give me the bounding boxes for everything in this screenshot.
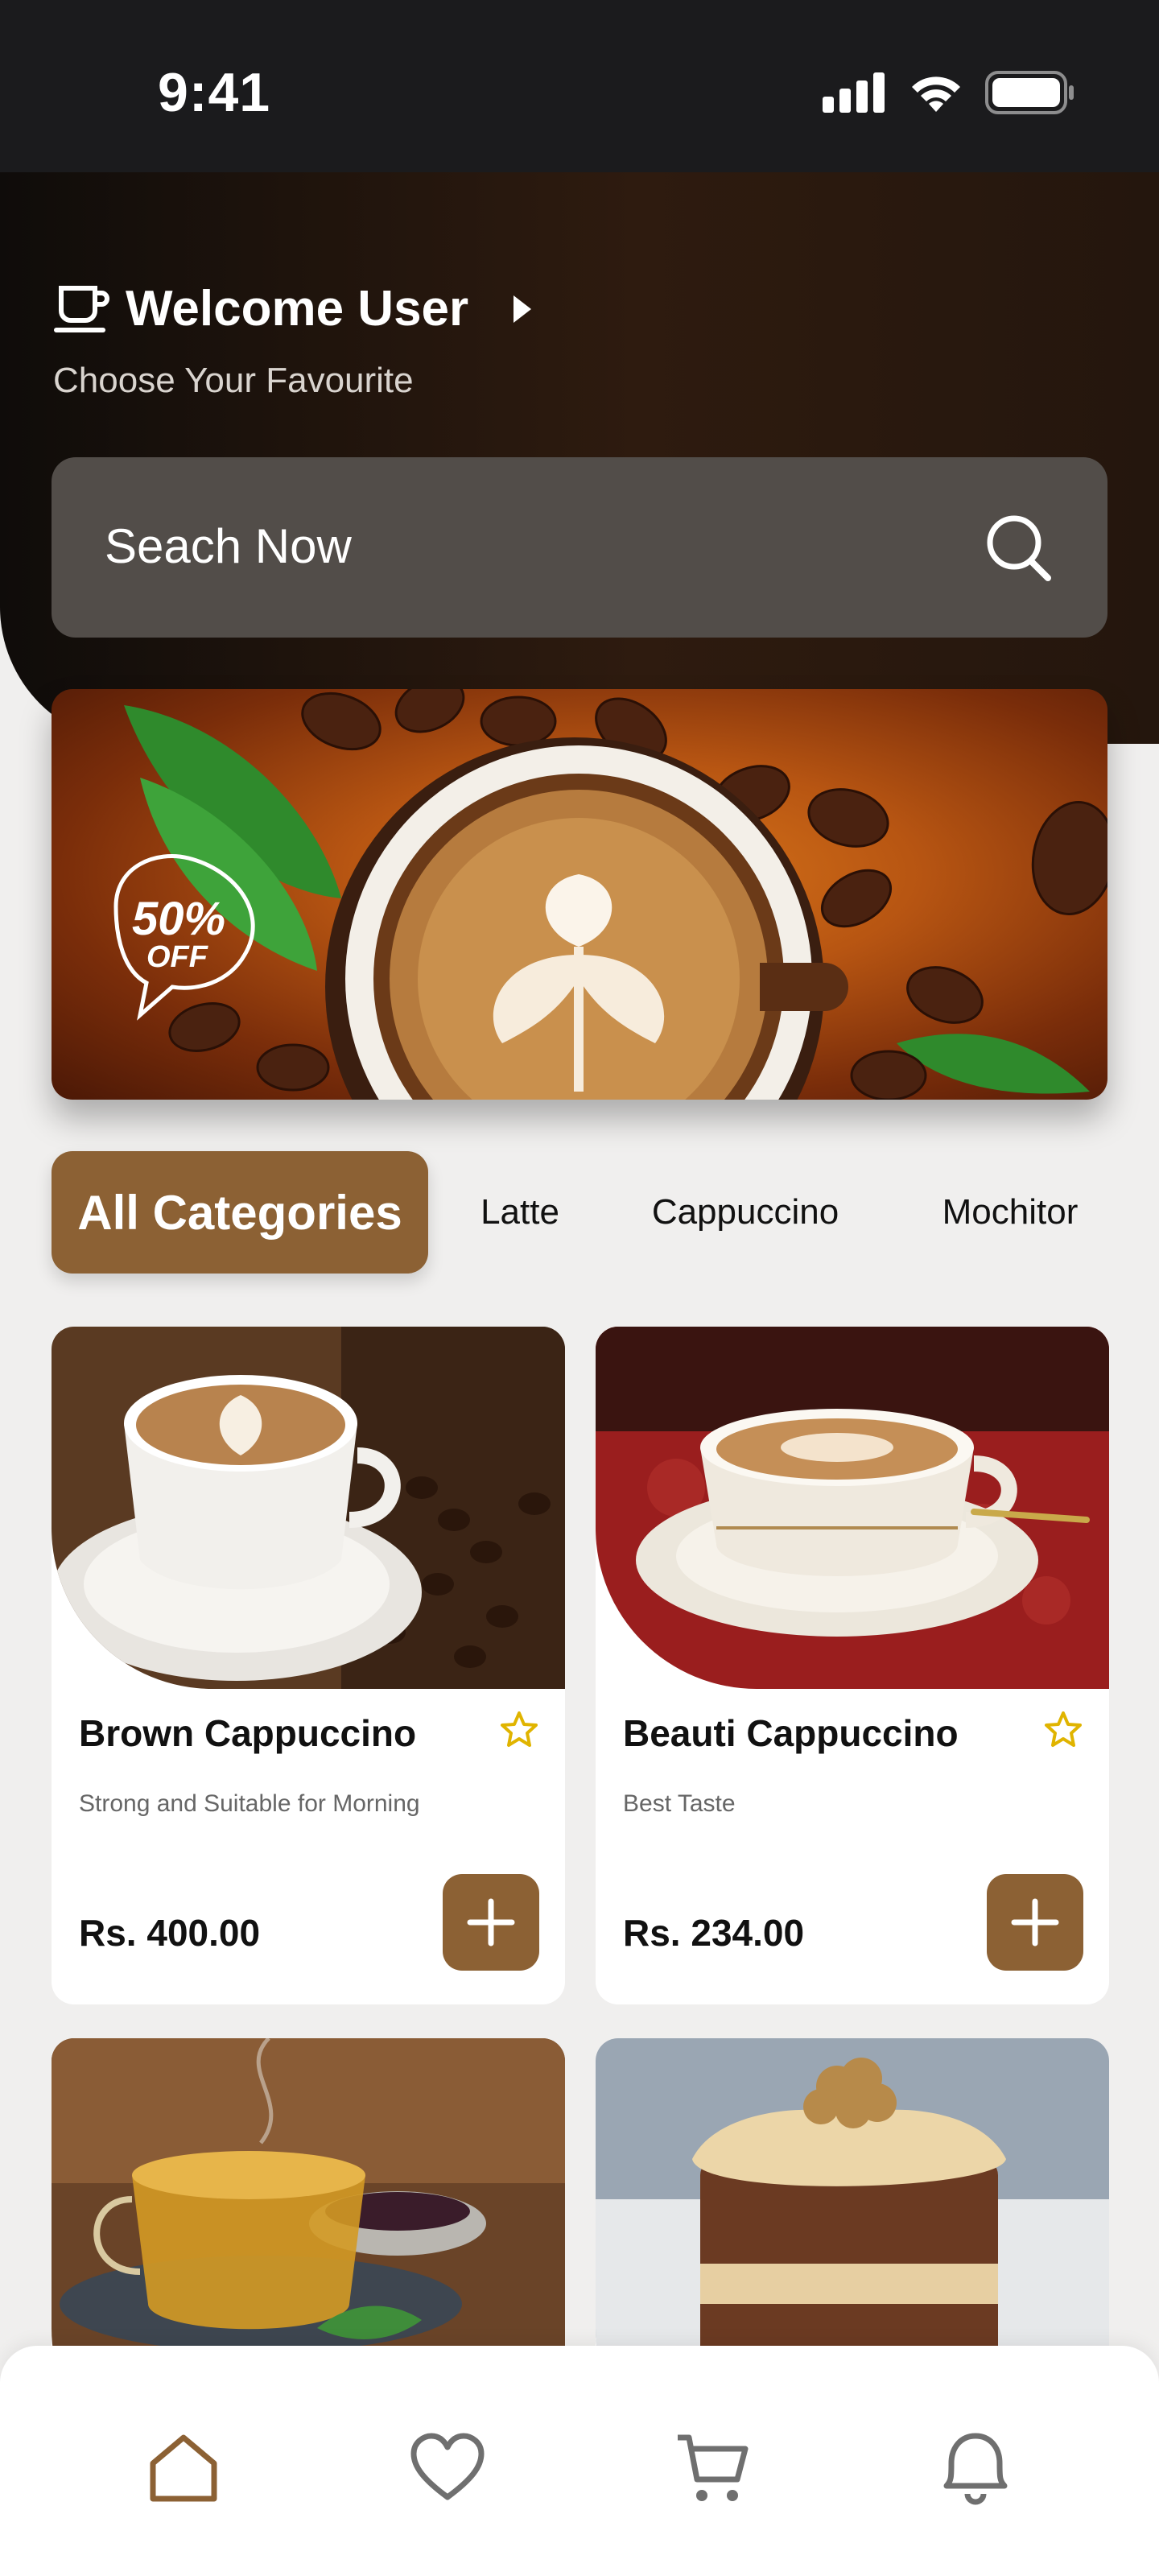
home-icon xyxy=(150,2434,217,2502)
svg-text:OFF: OFF xyxy=(146,940,209,974)
product-price: Rs. 234.00 xyxy=(623,1912,805,1954)
add-to-cart-button[interactable] xyxy=(987,1874,1083,1971)
bottom-nav xyxy=(0,2346,1159,2576)
status-bar: 9:41 xyxy=(0,0,1159,172)
search-placeholder: Seach Now xyxy=(105,519,352,573)
status-time: 9:41 xyxy=(158,62,271,123)
product-name: Brown Cappuccino xyxy=(79,1712,417,1754)
welcome-subtitle: Choose Your Favourite xyxy=(53,361,414,400)
caret-right-icon[interactable] xyxy=(501,289,541,329)
header: Welcome User Choose Your Favourite Seach… xyxy=(0,172,1159,744)
signal-icon xyxy=(823,72,885,113)
welcome-title: Welcome User xyxy=(126,281,469,336)
battery-icon xyxy=(985,71,1074,114)
cart-icon xyxy=(678,2434,749,2501)
promo-banner[interactable]: 50% OFF xyxy=(52,689,1107,1100)
product-image xyxy=(52,1327,565,1689)
search-input[interactable]: Seach Now xyxy=(52,457,1107,638)
plus-icon xyxy=(467,1898,515,1946)
product-name: Beauti Cappuccino xyxy=(623,1712,959,1754)
nav-favourites[interactable] xyxy=(399,2420,496,2516)
product-description: Strong and Suitable for Morning xyxy=(79,1790,420,1817)
tab-cappuccino[interactable]: Cappuccino xyxy=(625,1151,866,1274)
tab-mochitor[interactable]: Mochitor xyxy=(913,1151,1107,1274)
coffee-cup-icon xyxy=(54,285,109,332)
welcome-row[interactable]: Welcome User xyxy=(53,280,541,337)
tab-all-categories[interactable]: All Categories xyxy=(52,1151,428,1274)
status-icons xyxy=(823,71,1075,114)
nav-cart[interactable] xyxy=(665,2420,761,2516)
add-to-cart-button[interactable] xyxy=(443,1874,539,1971)
star-icon[interactable] xyxy=(1043,1710,1083,1750)
product-price: Rs. 400.00 xyxy=(79,1912,261,1954)
search-icon[interactable] xyxy=(984,512,1056,584)
plus-icon xyxy=(1011,1898,1059,1946)
nav-home[interactable] xyxy=(135,2420,232,2516)
category-tabs: All Categories Latte Cappuccino Mochitor xyxy=(52,1151,1107,1274)
product-card[interactable]: Beauti Cappuccino Best Taste Rs. 234.00 xyxy=(596,1327,1109,2004)
wifi-icon xyxy=(912,76,960,112)
product-card[interactable]: Brown Cappuccino Strong and Suitable for… xyxy=(52,1327,565,2004)
svg-text:50%: 50% xyxy=(132,893,225,945)
banner-illustration: 50% OFF xyxy=(113,689,1107,1100)
bell-icon xyxy=(943,2433,1008,2505)
heart-icon xyxy=(410,2433,485,2500)
product-image xyxy=(596,1327,1109,1689)
product-description: Best Taste xyxy=(623,1790,736,1817)
nav-notifications[interactable] xyxy=(927,2420,1024,2516)
tab-latte[interactable]: Latte xyxy=(451,1151,589,1274)
star-icon[interactable] xyxy=(499,1710,539,1750)
